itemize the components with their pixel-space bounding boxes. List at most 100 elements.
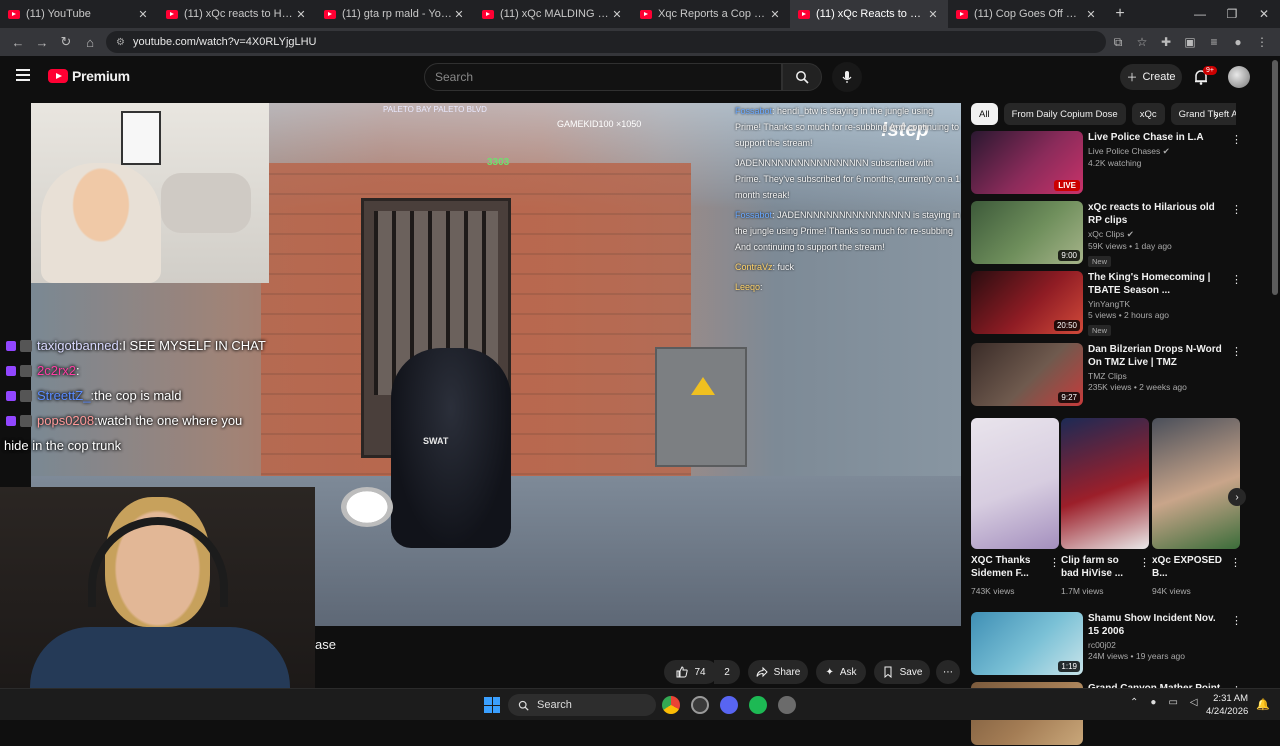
channel-name[interactable]: Live Police Chases ✔	[1088, 146, 1228, 157]
browser-tab[interactable]: (11) xQc MALDING ON COPS |✕	[474, 0, 632, 28]
tab-close-icon[interactable]: ✕	[294, 8, 308, 21]
channel-name[interactable]: rc00j02	[1088, 640, 1228, 650]
video-thumbnail[interactable]: 9:27	[971, 343, 1083, 406]
minimize-button[interactable]: —	[1184, 7, 1216, 21]
youtube-premium-logo[interactable]: Premium	[48, 68, 130, 84]
scrollbar-thumb[interactable]	[1272, 60, 1278, 295]
video-thumbnail[interactable]: 9:00	[971, 201, 1083, 264]
page-scrollbar[interactable]	[1272, 60, 1278, 690]
share-button[interactable]: Share	[748, 660, 808, 684]
tab-close-icon[interactable]: ✕	[926, 8, 940, 21]
save-button[interactable]: Save	[874, 660, 930, 684]
create-button[interactable]: ＋ Create	[1120, 64, 1182, 90]
extensions-icon[interactable]: ✚	[1154, 35, 1178, 49]
filter-chip[interactable]: From Daily Copium Dose	[1003, 103, 1126, 125]
short-thumbnail[interactable]	[1061, 418, 1149, 549]
more-options-icon[interactable]: ⋮	[1231, 203, 1242, 216]
search-button[interactable]	[782, 63, 822, 91]
browser-tab[interactable]: (11) gta rp mald - YouTube✕	[316, 0, 474, 28]
tray-chevron-icon[interactable]: ⌃	[1130, 697, 1138, 708]
like-button[interactable]: 74	[664, 660, 718, 684]
more-options-icon[interactable]: ⋮	[1231, 273, 1242, 286]
browser-tab[interactable]: (11) YouTube ✕	[0, 0, 158, 28]
video-title[interactable]: Dan Bilzerian Drops N-Word On TMZ Live |…	[1088, 343, 1228, 369]
recommended-video[interactable]: LIVE Live Police Chase in L.A Live Police …	[971, 131, 1242, 195]
shorts-next-button[interactable]: ›	[1228, 488, 1246, 506]
more-options-icon[interactable]: ⋮	[1231, 133, 1242, 146]
tab-close-icon[interactable]: ✕	[610, 8, 624, 21]
recommended-video[interactable]: 20:50 The King's Homecoming | TBATE Seaso…	[971, 271, 1242, 336]
chrome-icon[interactable]	[662, 696, 680, 714]
short-item[interactable]: XQC Thanks Sidemen F... 743K views ⋮	[971, 418, 1060, 598]
spotify-icon[interactable]	[749, 696, 767, 714]
address-bar[interactable]: ⚙ youtube.com/watch?v=4X0RLYjgLHU	[106, 31, 1106, 53]
windows-start-icon[interactable]	[484, 697, 500, 713]
maximize-button[interactable]: ❐	[1216, 7, 1248, 21]
video-thumbnail[interactable]: 1:19	[971, 612, 1083, 675]
more-options-icon[interactable]: ⋮	[1230, 556, 1241, 569]
filter-chip[interactable]: Grand Theft Auto	[1170, 103, 1236, 125]
settings-app-icon[interactable]	[691, 696, 709, 714]
voice-search-button[interactable]	[832, 62, 862, 92]
browser-tab[interactable]: (11) Cop Goes Off Duty After F✕	[948, 0, 1106, 28]
notification-center-icon[interactable]: 🔔	[1256, 698, 1270, 711]
browser-tab[interactable]: (11) xQc reacts to Hilarious old✕	[158, 0, 316, 28]
short-item[interactable]: Clip farm so bad HiVise ... 1.7M views ⋮	[1061, 418, 1150, 598]
tab-close-icon[interactable]: ✕	[768, 8, 782, 21]
short-title[interactable]: xQc EXPOSED B...	[1152, 554, 1226, 580]
bookmark-star-icon[interactable]: ☆	[1130, 35, 1154, 49]
video-title[interactable]: Live Police Chase in L.A	[1088, 131, 1228, 144]
channel-name[interactable]: xQc Clips ✔	[1088, 229, 1228, 240]
account-avatar[interactable]	[1228, 66, 1250, 88]
video-title[interactable]: xQc reacts to Hilarious old RP clips	[1088, 201, 1228, 227]
short-item[interactable]: xQc EXPOSED B... 94K views ⋮	[1152, 418, 1241, 598]
back-arrow-icon[interactable]: ←	[6, 35, 30, 50]
short-title[interactable]: XQC Thanks Sidemen F...	[971, 554, 1045, 580]
search-input[interactable]: Search	[424, 63, 782, 91]
close-window-button[interactable]: ✕	[1248, 7, 1280, 21]
video-title[interactable]: Shamu Show Incident Nov. 15 2006	[1088, 612, 1228, 638]
short-thumbnail[interactable]	[971, 418, 1059, 549]
browser-menu-icon[interactable]: ⋮	[1250, 35, 1274, 49]
menu-icon[interactable]	[16, 69, 30, 84]
more-options-icon[interactable]: ⋮	[1049, 556, 1060, 569]
more-options-icon[interactable]: ⋮	[1139, 556, 1150, 569]
video-thumbnail[interactable]: 20:50	[971, 271, 1083, 334]
short-thumbnail[interactable]	[1152, 418, 1240, 549]
channel-name[interactable]: YinYangTK	[1088, 299, 1228, 309]
profile-icon[interactable]: ●	[1226, 35, 1250, 49]
recommended-video[interactable]: 9:27 Dan Bilzerian Drops N-Word On TMZ Li…	[971, 343, 1242, 407]
filter-chip[interactable]: xQc	[1131, 103, 1165, 125]
browser-tab[interactable]: (11) xQc Reacts to Cops Maldi✕	[790, 0, 948, 28]
short-title[interactable]: Clip farm so bad HiVise ...	[1061, 554, 1135, 580]
tray-mic-icon[interactable]: ●	[1150, 697, 1156, 708]
tab-close-icon[interactable]: ✕	[136, 8, 150, 21]
more-options-icon[interactable]: ⋮	[1231, 345, 1242, 358]
video-title[interactable]: The King's Homecoming | TBATE Season ...	[1088, 271, 1228, 297]
more-options-icon[interactable]: ⋮	[1231, 614, 1242, 627]
more-actions-button[interactable]: ⋯	[936, 660, 960, 684]
ask-button[interactable]: ✦ Ask	[816, 660, 866, 684]
site-info-icon[interactable]: ⚙	[116, 37, 125, 48]
taskbar-clock[interactable]: 2:31 AM 4/24/2026	[1206, 692, 1248, 718]
video-thumbnail[interactable]: LIVE	[971, 131, 1083, 194]
home-icon[interactable]: ⌂	[78, 35, 102, 50]
taskbar-search[interactable]: Search	[508, 694, 656, 716]
gear-app-icon[interactable]	[778, 696, 796, 714]
tray-network-icon[interactable]: ▭	[1168, 697, 1177, 708]
tab-close-icon[interactable]: ✕	[452, 8, 466, 21]
forward-arrow-icon[interactable]: →	[30, 35, 54, 50]
recommended-video[interactable]: 1:19 Shamu Show Incident Nov. 15 2006 rc00…	[971, 612, 1242, 676]
tray-volume-icon[interactable]: ◁	[1190, 697, 1198, 708]
reload-icon[interactable]: ↻	[54, 34, 78, 50]
tab-close-icon[interactable]: ✕	[1084, 8, 1098, 21]
browser-tab[interactable]: Xqc Reports a Cop after He Fin✕	[632, 0, 790, 28]
dislike-button[interactable]: 2	[714, 660, 740, 684]
media-controls-icon[interactable]: ≡	[1202, 35, 1226, 49]
recommended-video[interactable]: 9:00 xQc reacts to Hilarious old RP clips…	[971, 201, 1242, 267]
filter-chip[interactable]: All	[971, 103, 998, 125]
split-view-icon[interactable]: ▣	[1178, 35, 1202, 49]
discord-icon[interactable]	[720, 696, 738, 714]
install-app-icon[interactable]: ⧉	[1106, 35, 1130, 50]
new-tab-button[interactable]: +	[1106, 5, 1134, 23]
